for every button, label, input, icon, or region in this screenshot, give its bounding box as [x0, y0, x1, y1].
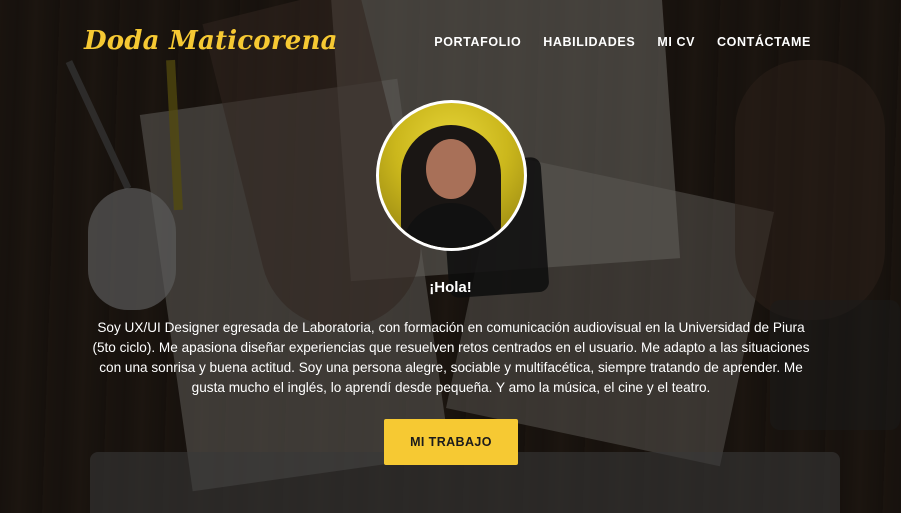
- main-nav: PORTAFOLIO HABILIDADES MI CV CONTÁCTAME: [434, 35, 811, 49]
- nav-link-contactame[interactable]: CONTÁCTAME: [717, 35, 811, 49]
- nav-link-mi-cv[interactable]: MI CV: [657, 35, 695, 49]
- brand-logo[interactable]: Doda Maticorena: [84, 26, 338, 56]
- my-work-button[interactable]: MI TRABAJO: [384, 419, 518, 465]
- hero-bio: Soy UX/UI Designer egresada de Laborator…: [92, 320, 810, 395]
- hero-greeting: ¡Hola!: [429, 279, 472, 296]
- nav-link-portafolio[interactable]: PORTAFOLIO: [434, 35, 521, 49]
- profile-avatar: [376, 100, 527, 251]
- nav-link-habilidades[interactable]: HABILIDADES: [543, 35, 635, 49]
